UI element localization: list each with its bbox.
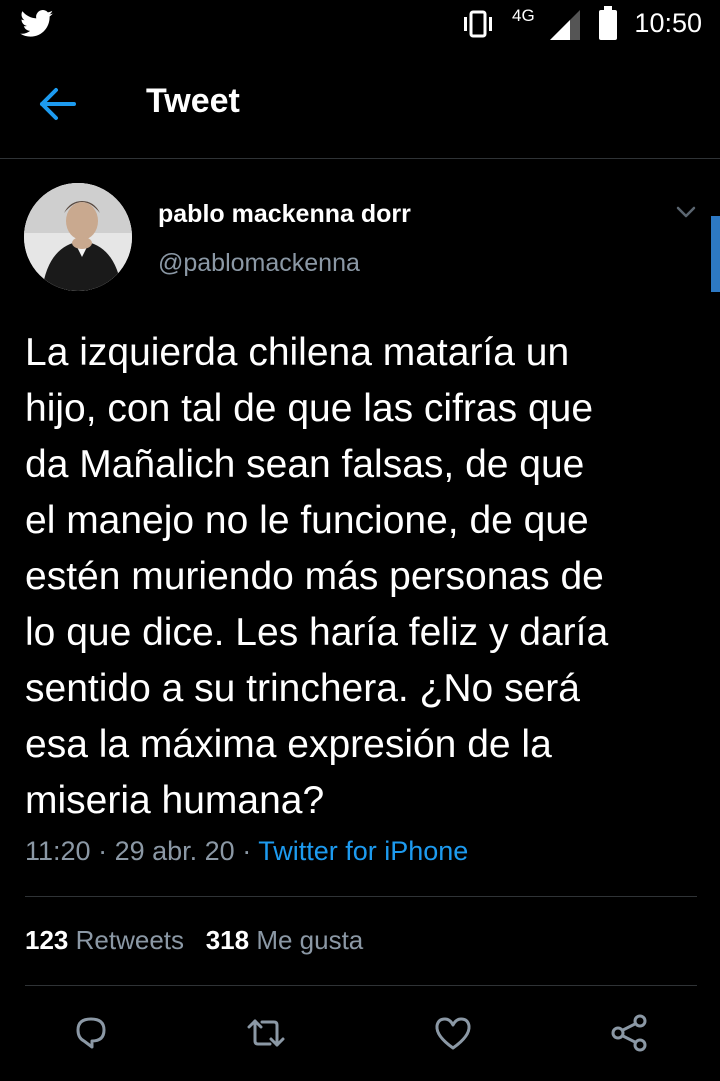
tweet-line: esa la máxima expresión de la xyxy=(25,723,552,766)
meta-separator: · xyxy=(98,836,108,866)
share-icon[interactable] xyxy=(606,1010,652,1056)
arrow-left-icon[interactable] xyxy=(38,84,78,124)
scrollbar[interactable] xyxy=(711,216,720,292)
tweet-source-link[interactable]: Twitter for iPhone xyxy=(258,836,468,866)
signal-icon xyxy=(550,10,580,40)
tweet-line: el manejo no le funcione, de que xyxy=(25,499,589,542)
tweet-time: 11:20 xyxy=(25,836,91,866)
retweets-count: 123 xyxy=(25,925,69,955)
heart-icon[interactable] xyxy=(430,1010,476,1056)
tweet-date: 29 abr. 20 xyxy=(114,836,235,866)
avatar[interactable] xyxy=(24,183,132,291)
tweet-line: da Mañalich sean falsas, de que xyxy=(25,443,585,486)
tweet-line: hijo, con tal de que las cifras que xyxy=(25,387,594,430)
meta-separator: · xyxy=(242,836,252,866)
reply-icon[interactable] xyxy=(68,1010,114,1056)
tweet-line: estén muriendo más personas de xyxy=(25,555,604,598)
tweet-line: lo que dice. Les haría feliz y daría xyxy=(25,611,609,654)
likes-label: Me gusta xyxy=(256,925,364,955)
retweets-stat[interactable]: 123 Retweets xyxy=(25,925,184,955)
stats-divider-top xyxy=(25,896,697,897)
header-divider xyxy=(0,158,720,159)
tweet-line: La izquierda chilena mataría un xyxy=(25,331,570,374)
tweet-line: miseria humana? xyxy=(25,779,325,822)
likes-stat[interactable]: 318 Me gusta xyxy=(206,925,364,955)
tweet-line: sentido a su trinchera. ¿No será xyxy=(25,667,580,710)
status-time: 10:50 xyxy=(634,8,702,38)
avatar-photo xyxy=(24,183,132,291)
battery-icon xyxy=(599,6,617,40)
engagement-stats: 123 Retweets 318 Me gusta xyxy=(25,925,363,956)
page-title: Tweet xyxy=(146,82,240,120)
network-type: 4G xyxy=(512,6,535,25)
author-name[interactable]: pablo mackenna dorr xyxy=(158,200,411,229)
chevron-down-icon[interactable] xyxy=(676,205,696,221)
tweet-text: La izquierda chilena mataría un hijo, co… xyxy=(25,325,705,829)
status-bar: 4G 10:50 xyxy=(0,0,720,50)
likes-count: 318 xyxy=(205,925,250,955)
retweet-icon[interactable] xyxy=(243,1010,289,1056)
author-handle[interactable]: @pablomackenna xyxy=(158,249,360,278)
twitter-bird-icon xyxy=(20,10,54,37)
vibrate-icon xyxy=(464,10,492,38)
stats-divider-bottom xyxy=(25,985,697,986)
retweets-label: Retweets xyxy=(75,925,185,955)
tweet-meta: 11:20 · 29 abr. 20 · Twitter for iPhone xyxy=(25,836,468,867)
